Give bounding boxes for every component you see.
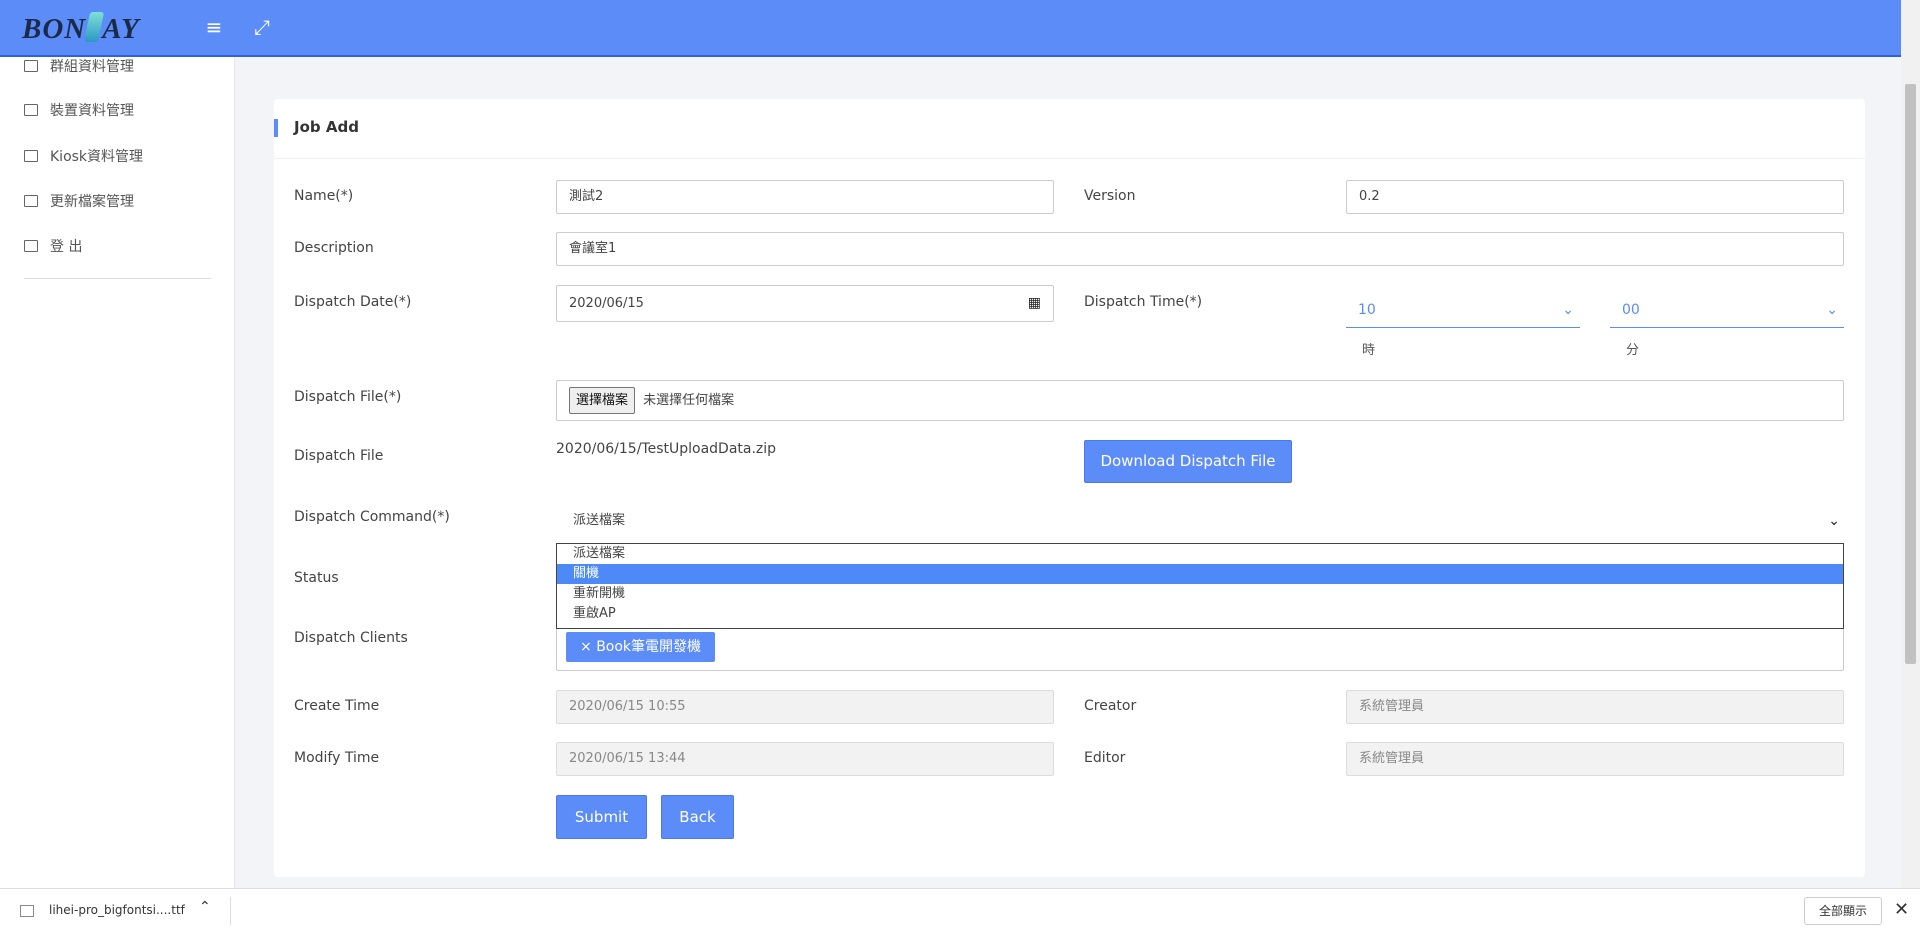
menu-icon[interactable]: ≡ (204, 16, 224, 38)
description-input[interactable]: 會議室1 (556, 232, 1844, 266)
client-tag-label: Book筆電開發機 (596, 639, 702, 655)
sidebar-item-group-data[interactable]: 群組資料管理 (24, 55, 134, 77)
command-option-reboot[interactable]: 重新開機 (557, 584, 1843, 604)
hour-hint: 時 (1362, 343, 1376, 358)
sidebar-item-device-data[interactable]: 裝置資料管理 (24, 99, 134, 121)
name-input[interactable]: 測試2 (556, 180, 1054, 214)
list-icon (24, 104, 38, 116)
brand-logo[interactable]: BON AY (22, 12, 140, 46)
download-divider (230, 897, 231, 925)
dispatch-command-label: Dispatch Command(*) (294, 509, 450, 525)
chevron-down-icon: ⌄ (1562, 302, 1574, 318)
page-title: Job Add (294, 118, 359, 136)
command-option-dispatch-file[interactable]: 派送檔案 (557, 544, 1843, 564)
calendar-icon[interactable]: ▦ (1028, 286, 1041, 321)
top-navbar: BON AY ≡ ⤢ (0, 0, 1901, 57)
dispatch-file-input-label: Dispatch File(*) (294, 389, 402, 405)
minute-hint: 分 (1626, 343, 1640, 358)
page-scrollbar[interactable] (1901, 0, 1920, 888)
chevron-down-icon: ⌄ (1828, 513, 1840, 529)
scrollbar-thumb[interactable] (1905, 84, 1916, 664)
title-accent-bar (274, 119, 278, 137)
back-button[interactable]: Back (661, 795, 734, 839)
download-file-name[interactable]: lihei-pro_bigfontsi....ttf (49, 903, 185, 917)
database-icon (24, 150, 38, 162)
hour-value: 10 (1358, 302, 1376, 318)
sidebar-item-kiosk-data[interactable]: Kiosk資料管理 (24, 145, 143, 167)
modify-time-field: 2020/06/15 13:44 (556, 742, 1054, 776)
command-option-restart-ap[interactable]: 重啟AP (557, 604, 1843, 624)
creator-field: 系統管理員 (1346, 690, 1844, 724)
chevron-down-icon: ⌄ (1826, 302, 1838, 318)
create-time-field: 2020/06/15 10:55 (556, 690, 1054, 724)
fullscreen-icon[interactable]: ⤢ (252, 16, 272, 38)
download-bar: lihei-pro_bigfontsi....ttf ⌃ 全部顯示 ✕ (0, 888, 1920, 932)
modify-time-label: Modify Time (294, 750, 380, 766)
command-option-shutdown[interactable]: 關機 (557, 564, 1843, 584)
create-time-label: Create Time (294, 698, 380, 714)
dispatch-file-input[interactable]: 選擇檔案 未選擇任何檔案 (556, 380, 1844, 421)
creator-label: Creator (1084, 698, 1137, 714)
card-header: Job Add (274, 99, 1865, 159)
dispatch-date-value: 2020/06/15 (569, 296, 644, 311)
version-label: Version (1084, 188, 1136, 204)
editor-field: 系統管理員 (1346, 742, 1844, 776)
show-all-button[interactable]: 全部顯示 (1804, 897, 1883, 925)
copy-icon (24, 195, 38, 207)
dispatch-date-input[interactable]: 2020/06/15 ▦ (556, 285, 1054, 322)
logout-icon (24, 240, 38, 252)
sidebar-item-label: 更新檔案管理 (50, 194, 134, 210)
list-icon (24, 60, 38, 72)
editor-label: Editor (1084, 750, 1126, 766)
submit-button[interactable]: Submit (556, 795, 647, 839)
font-file-icon (20, 905, 34, 917)
minute-value: 00 (1622, 302, 1640, 318)
dispatch-command-select[interactable]: 派送檔案 ⌄ (556, 506, 1844, 540)
dispatch-command-value: 派送檔案 (573, 513, 626, 528)
download-dispatch-file-button[interactable]: Download Dispatch File (1084, 440, 1292, 483)
choose-file-button[interactable]: 選擇檔案 (569, 387, 636, 414)
version-input[interactable]: 0.2 (1346, 180, 1844, 214)
sidebar-item-logout[interactable]: 登 出 (24, 235, 82, 257)
dispatch-time-label: Dispatch Time(*) (1084, 294, 1203, 310)
client-tag[interactable]: × Book筆電開發機 (566, 632, 716, 662)
sidebar-divider (24, 278, 211, 279)
hour-select[interactable]: 10 ⌄ (1346, 294, 1580, 328)
name-label: Name(*) (294, 188, 354, 204)
dispatch-date-label: Dispatch Date(*) (294, 294, 412, 310)
sidebar-item-label: 登 出 (50, 239, 83, 255)
dispatch-file-label: Dispatch File (294, 448, 384, 464)
remove-tag-icon[interactable]: × (580, 639, 596, 655)
sidebar-item-label: 群組資料管理 (50, 59, 134, 75)
description-label: Description (294, 240, 374, 256)
chevron-up-icon[interactable]: ⌃ (199, 899, 211, 915)
close-icon[interactable]: ✕ (1894, 899, 1909, 920)
minute-select[interactable]: 00 ⌄ (1610, 294, 1844, 328)
sidebar-item-label: Kiosk資料管理 (50, 149, 144, 165)
dispatch-command-dropdown[interactable]: 派送檔案 關機 重新開機 重啟AP (556, 543, 1844, 629)
status-label: Status (294, 570, 339, 586)
no-file-text: 未選擇任何檔案 (643, 393, 735, 408)
sidebar-item-update-files[interactable]: 更新檔案管理 (24, 190, 134, 212)
dispatch-file-value: 2020/06/15/TestUploadData.zip (556, 441, 777, 457)
sidebar: 群組資料管理 裝置資料管理 Kiosk資料管理 更新檔案管理 登 出 (0, 57, 235, 888)
dispatch-clients-label: Dispatch Clients (294, 630, 408, 646)
sidebar-item-label: 裝置資料管理 (50, 103, 134, 119)
